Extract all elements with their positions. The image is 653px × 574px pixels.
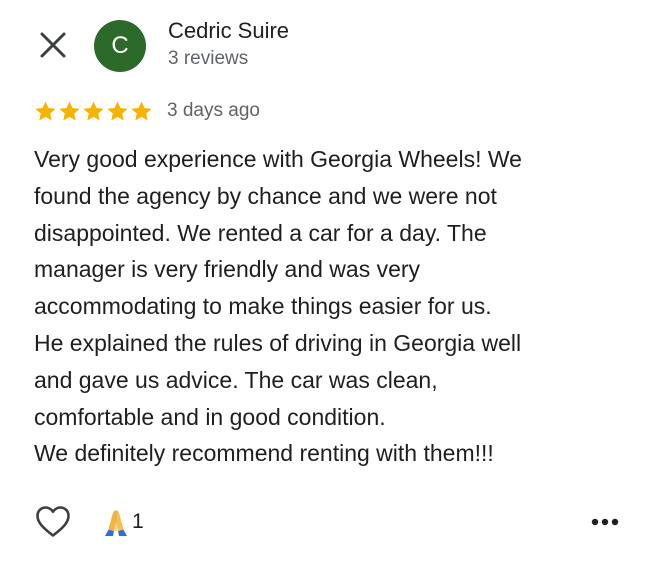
author-name[interactable]: Cedric Suire	[168, 18, 289, 44]
folded-hands-icon	[105, 510, 127, 536]
star-icon	[59, 101, 80, 121]
rating-row: 3 days ago	[34, 96, 260, 126]
review-text-line: and gave us advice. The car was clean,	[34, 366, 438, 393]
star-icon	[35, 101, 56, 121]
review-text-line: Very good experience with Georgia Wheels…	[34, 146, 522, 172]
star-rating	[34, 100, 153, 123]
action-bar: 1	[34, 504, 620, 540]
review-time: 3 days ago	[167, 100, 260, 121]
more-options-button[interactable]	[590, 508, 620, 536]
star-icon	[83, 101, 104, 121]
avatar[interactable]: C	[94, 20, 146, 72]
heart-outline-icon	[36, 506, 70, 537]
review-text-line: accommodating to make things easier for …	[34, 293, 492, 320]
review-text-line: found the agency by chance and we were n…	[34, 182, 497, 209]
author-review-count: 3 reviews	[168, 48, 249, 69]
more-horizontal-icon	[591, 518, 619, 526]
like-button[interactable]	[34, 504, 72, 540]
review-text-line: comfortable and in good condition.	[34, 403, 386, 430]
review-text-line: manager is very friendly and was very	[34, 256, 421, 283]
reaction-count: 1	[132, 510, 144, 533]
star-icon	[131, 101, 152, 121]
star-icon	[107, 101, 128, 121]
review-text-line: We definitely recommend renting with the…	[34, 440, 494, 467]
close-icon	[40, 32, 66, 58]
avatar-initial: C	[111, 32, 129, 59]
review-text-line: He explained the rules of driving in Geo…	[34, 329, 522, 356]
review-text-line: disappointed. We rented a car for a day.…	[34, 219, 487, 246]
close-button[interactable]	[36, 28, 70, 62]
reaction-button[interactable]: 1	[100, 506, 144, 538]
review-text: Very good experience with Georgia Wheels…	[34, 141, 634, 472]
